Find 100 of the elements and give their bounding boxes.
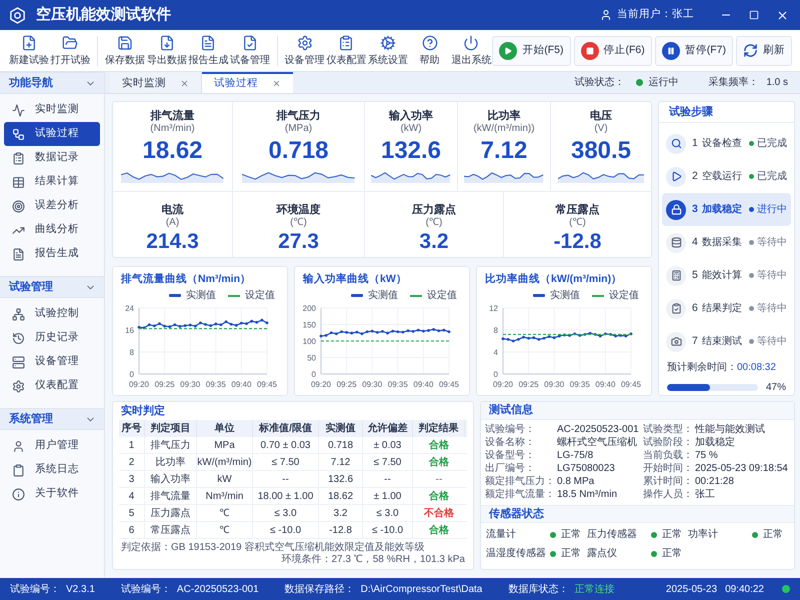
- folder-icon[interactable]: [62, 34, 78, 50]
- clipboard-icon[interactable]: [338, 34, 354, 50]
- step-name: 结果判定: [702, 302, 742, 316]
- toolbar-button[interactable]: 保存数据: [104, 32, 146, 70]
- x-tick-label: 09:40: [595, 380, 616, 389]
- step-item[interactable]: 2 空载运行 已完成: [662, 160, 791, 193]
- nav-item[interactable]: 报告生成: [4, 242, 100, 266]
- gear-icon[interactable]: [12, 380, 25, 392]
- nav-item[interactable]: 结果计算: [4, 170, 100, 194]
- nav-item[interactable]: 实时监测: [4, 98, 100, 122]
- metric-label: 输入功率: [389, 109, 433, 123]
- step-item[interactable]: 1 设备检查 已完成: [662, 127, 791, 160]
- refresh-button[interactable]: 刷新: [736, 36, 792, 66]
- document-icon[interactable]: [12, 248, 25, 260]
- x-tick-label: 09:25: [336, 380, 357, 389]
- info-value: 00:21:28: [695, 475, 734, 488]
- nav-item[interactable]: 误差分析: [4, 194, 100, 218]
- table-cell: ≤ -10.0: [253, 522, 319, 538]
- nav-group-header[interactable]: 功能导航: [0, 72, 104, 94]
- table-cell: ℃: [197, 522, 253, 538]
- target-icon[interactable]: [12, 200, 25, 212]
- info-value: AC-20250523-001: [557, 423, 639, 436]
- toolbar-button[interactable]: 试备管理: [229, 32, 271, 70]
- document-icon[interactable]: [200, 34, 216, 50]
- table-cell: ≤ 7.50: [253, 454, 319, 470]
- help-icon[interactable]: [422, 34, 438, 50]
- step-number: 5: [692, 268, 698, 283]
- clipboard-icon[interactable]: [12, 152, 25, 164]
- nav-item[interactable]: 用户管理: [4, 434, 100, 458]
- toolbar-button[interactable]: 报告生成: [188, 32, 230, 70]
- network-icon[interactable]: [12, 308, 25, 320]
- toolbar-button[interactable]: 系统设置: [367, 32, 409, 70]
- info-label: 试验类型：: [643, 423, 694, 436]
- status-label: 试验状态：: [574, 76, 624, 90]
- nav-item[interactable]: 试验过程: [4, 122, 100, 146]
- pulse-icon[interactable]: [12, 104, 25, 116]
- pause-button[interactable]: 暂停(F7): [654, 36, 733, 66]
- info-label: 额定排气压力：: [485, 475, 556, 488]
- save-icon[interactable]: [117, 34, 134, 50]
- step-item[interactable]: 3 加载稳定 进行中: [662, 193, 791, 226]
- file-check-icon[interactable]: [242, 34, 258, 50]
- nav-item[interactable]: 关于软件: [4, 482, 100, 506]
- close-icon[interactable]: [272, 79, 281, 88]
- toolbar-button[interactable]: 设备管理: [284, 32, 326, 70]
- table-cell: --: [253, 471, 319, 487]
- step-status: 已完成: [757, 170, 787, 184]
- clipboard-icon[interactable]: [12, 464, 25, 476]
- toolbar-button[interactable]: 仪表配置: [326, 32, 368, 70]
- tab[interactable]: 试验过程: [202, 72, 293, 93]
- step-number: 3: [692, 202, 698, 217]
- step-name: 加载稳定: [702, 202, 742, 217]
- toolbar-button[interactable]: 导出数据: [146, 32, 188, 70]
- nav-item[interactable]: 历史记录: [4, 326, 100, 350]
- metric-label: 常压露点: [556, 203, 600, 217]
- toolbar-button[interactable]: 打开试验: [50, 32, 92, 70]
- legend-label: 实测值: [550, 290, 580, 302]
- nav-group-header[interactable]: 系统管理: [0, 408, 104, 430]
- step-item[interactable]: 5 能效计算 等待中: [662, 259, 791, 292]
- nav-item[interactable]: 试验控制: [4, 302, 100, 326]
- metric-unit: (MPa): [284, 123, 312, 135]
- column-header: 单位: [197, 420, 253, 437]
- nav-item[interactable]: 系统日志: [4, 458, 100, 482]
- gear-icon[interactable]: [296, 34, 313, 50]
- step-item[interactable]: 7 结束测试 等待中: [662, 325, 791, 358]
- gear-icon[interactable]: [380, 34, 396, 50]
- nav-item[interactable]: 曲线分析: [4, 218, 100, 242]
- info-icon[interactable]: [12, 488, 25, 500]
- metric-value: 132.6: [380, 136, 442, 166]
- nav-item[interactable]: 设备管理: [4, 350, 100, 374]
- user-icon[interactable]: [12, 440, 25, 452]
- progress-reading: 47%: [766, 381, 786, 395]
- close-icon[interactable]: [180, 79, 189, 88]
- stop-button[interactable]: 停止(F6): [574, 36, 652, 66]
- table-cell: 6: [119, 522, 145, 538]
- table-icon[interactable]: [12, 176, 25, 188]
- step-item[interactable]: 6 结果判定 等待中: [662, 292, 791, 325]
- x-tick-label: 09:25: [154, 380, 175, 389]
- toolbar-button[interactable]: 退出系统: [450, 32, 492, 70]
- tab[interactable]: 实时监测: [110, 72, 202, 93]
- close-icon[interactable]: [776, 8, 788, 22]
- toolbar-button[interactable]: 帮助: [408, 32, 451, 70]
- table-cell: 输入功率: [145, 471, 197, 487]
- nav-item[interactable]: 仪表配置: [4, 374, 100, 398]
- file-plus-icon[interactable]: [20, 34, 37, 50]
- table-cell: 排气流量: [145, 488, 197, 504]
- workflow-icon[interactable]: [12, 128, 25, 140]
- file-download-icon[interactable]: [158, 34, 175, 50]
- maximize-icon[interactable]: [749, 10, 759, 20]
- status-value: V2.3.1: [66, 582, 95, 596]
- server-icon[interactable]: [12, 356, 25, 368]
- nav-item[interactable]: 数据记录: [4, 146, 100, 170]
- history-icon[interactable]: [12, 332, 25, 344]
- x-tick-label: 09:20: [492, 380, 514, 389]
- sensor-name: 流量计: [486, 528, 517, 542]
- start-button[interactable]: 开始(F5): [492, 36, 570, 66]
- toolbar-button[interactable]: 新建试验: [8, 32, 50, 70]
- nav-group-header[interactable]: 试验管理: [0, 276, 104, 298]
- power-icon[interactable]: [463, 34, 480, 50]
- step-item[interactable]: 4 数据采集 等待中: [662, 226, 791, 259]
- refresh-icon: [743, 43, 758, 58]
